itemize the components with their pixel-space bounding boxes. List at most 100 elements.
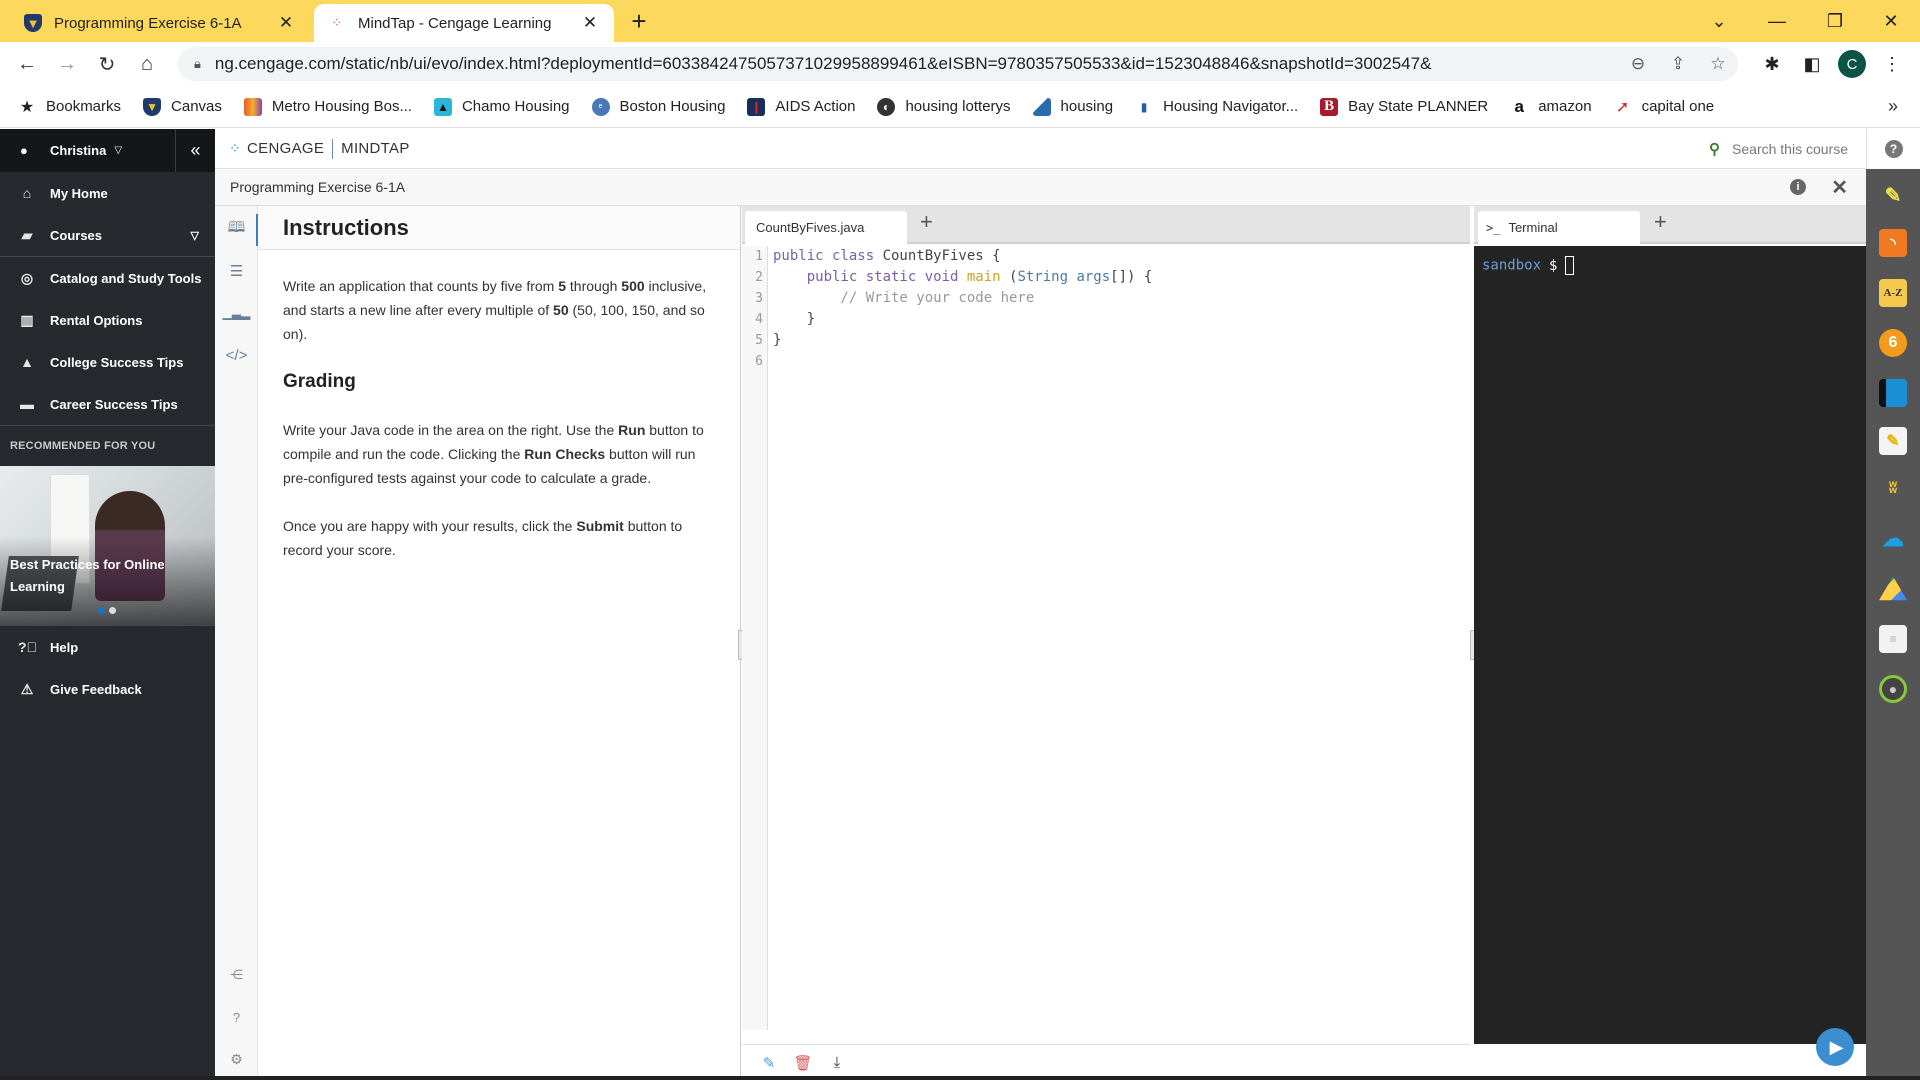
forward-icon[interactable]: → xyxy=(52,50,82,78)
restore-icon[interactable]: ❐ xyxy=(1806,0,1864,42)
recommended-heading: RECOMMENDED FOR YOU xyxy=(10,440,156,452)
google-drive-icon[interactable] xyxy=(1879,576,1907,601)
taskbar-edge xyxy=(0,1076,1920,1080)
file-tab-countbyfives[interactable]: CountByFives.java xyxy=(745,211,907,244)
sidebar-item-catalog[interactable]: ◎ Catalog and Study Tools xyxy=(0,257,215,299)
course-search[interactable]: ⚲ Search this course xyxy=(1709,140,1848,158)
play-icon: ▶ xyxy=(1829,1036,1844,1057)
flashcards-icon[interactable]: ≡ xyxy=(1879,625,1907,653)
bookmark-boston-housing[interactable]: e Boston Housing xyxy=(591,97,725,116)
bookmark-bay-state-planner[interactable]: B Bay State PLANNER xyxy=(1320,97,1488,116)
profile-avatar[interactable]: C xyxy=(1834,50,1870,78)
code-icon[interactable]: </> xyxy=(215,340,258,370)
share-icon[interactable]: ⇪ xyxy=(1658,54,1698,74)
edit-pencil-icon[interactable]: ✎ xyxy=(752,1054,786,1072)
code-area[interactable]: public class CountByFives { public stati… xyxy=(773,246,1152,372)
sidebar-item-career-success[interactable]: ▬ Career Success Tips xyxy=(0,383,215,425)
promo-card[interactable]: Best Practices for Online Learning xyxy=(0,466,215,625)
terminal-screen[interactable]: sandbox $ xyxy=(1474,246,1866,1044)
browser-tab-programming-exercise[interactable]: ▼ Programming Exercise 6-1A ✕ xyxy=(10,4,310,42)
run-button[interactable]: ▶ xyxy=(1816,1028,1854,1066)
ebook-icon[interactable] xyxy=(1879,379,1907,407)
tab-title: Programming Exercise 6-1A xyxy=(54,14,242,32)
browser-menu-icon[interactable]: ⋮ xyxy=(1874,50,1910,78)
delete-trash-icon[interactable]: 🗑︎ xyxy=(786,1054,820,1072)
bookmark-metro-housing[interactable]: Metro Housing Bos... xyxy=(243,97,412,116)
minimize-icon[interactable]: — xyxy=(1748,0,1806,42)
info-icon[interactable]: i xyxy=(1790,179,1806,195)
carousel-dot[interactable] xyxy=(109,607,116,614)
highlighter-icon[interactable]: ✎ xyxy=(1879,181,1907,209)
open-book-icon: ▥ xyxy=(20,311,34,328)
profile-circle-icon[interactable]: ● xyxy=(1879,675,1907,703)
close-tab-icon[interactable]: ✕ xyxy=(276,13,296,33)
notes-icon[interactable]: ✎ xyxy=(1879,427,1907,455)
reload-icon[interactable]: ↻ xyxy=(92,50,122,78)
elite-icon: e xyxy=(591,97,610,116)
rss-icon[interactable]: ◝ xyxy=(1879,229,1907,257)
add-file-button[interactable]: + xyxy=(920,209,933,235)
sidebar-item-my-home[interactable]: ⌂ My Home xyxy=(0,172,215,214)
sidebar-item-courses[interactable]: ▰ Courses ▽ xyxy=(0,214,215,256)
bookmark-bookmarks[interactable]: ★ Bookmarks xyxy=(18,98,121,116)
side-panel-icon[interactable]: ◧ xyxy=(1794,50,1830,78)
search-input[interactable]: Search this course xyxy=(1732,141,1848,157)
glossary-a-z-icon[interactable]: A-Z xyxy=(1879,279,1907,307)
carousel-dots[interactable] xyxy=(98,607,116,614)
user-menu[interactable]: ● Christina ▽ « xyxy=(0,129,215,172)
browser-tab-mindtap[interactable]: ⁘ MindTap - Cengage Learning ✕ xyxy=(314,4,614,42)
submit-paragraph: Once you are happy with your results, cl… xyxy=(283,518,683,558)
close-tab-icon[interactable]: ✕ xyxy=(580,13,600,33)
bookmark-chamo-housing[interactable]: ▲ Chamo Housing xyxy=(433,97,570,116)
progress-app-icon[interactable]: 6 xyxy=(1879,329,1907,357)
help-circle-icon[interactable]: ? xyxy=(215,1002,258,1032)
close-window-icon[interactable]: ✕ xyxy=(1862,0,1920,42)
home-icon[interactable]: ⌂ xyxy=(132,50,162,78)
search-icon: ⚲ xyxy=(1709,140,1721,158)
editor-toolbar: ✎ 🗑︎ ⤓ xyxy=(742,1044,1470,1080)
bookmark-housing-lotterys[interactable]: ◐ housing lotterys xyxy=(877,97,1011,116)
terminal-panel: >_ Terminal + sandbox $ xyxy=(1474,206,1866,1080)
checklist-icon[interactable]: ☰ xyxy=(215,256,258,286)
bookmarks-overflow-icon[interactable]: » xyxy=(1888,96,1898,117)
help-button[interactable]: ? xyxy=(1866,129,1920,169)
bookmark-amazon[interactable]: a amazon xyxy=(1510,97,1591,116)
extensions-icon[interactable]: ✱ xyxy=(1754,50,1790,78)
share-icon[interactable]: ⋲ xyxy=(215,960,258,990)
bookmark-capital-one[interactable]: ➚ capital one xyxy=(1614,98,1714,116)
zoom-out-icon[interactable]: ⊖ xyxy=(1618,54,1658,74)
bookmark-canvas[interactable]: ▼ Canvas xyxy=(143,97,222,116)
carousel-dot-active[interactable] xyxy=(98,607,105,614)
close-exercise-icon[interactable]: ✕ xyxy=(1831,175,1848,200)
sidebar-item-give-feedback[interactable]: ⚠︎ Give Feedback xyxy=(0,668,215,710)
url-text[interactable]: ng.cengage.com/static/nb/ui/evo/index.ht… xyxy=(215,54,1618,74)
back-icon[interactable]: ← xyxy=(12,50,42,78)
bookmark-housing[interactable]: housing xyxy=(1032,97,1113,116)
terminal-tab[interactable]: >_ Terminal xyxy=(1478,211,1640,244)
bookmark-aids-action[interactable]: ❙ AIDS Action xyxy=(747,97,855,116)
address-bar[interactable]: 🔒︎ ng.cengage.com/static/nb/ui/evo/index… xyxy=(178,47,1738,81)
instructions-book-icon[interactable]: 🕮︎ xyxy=(215,214,259,246)
sidebar-item-college-success[interactable]: ▲ College Success Tips xyxy=(0,341,215,383)
tab-search-icon[interactable]: ⌄ xyxy=(1690,0,1748,42)
briefcase-icon: ▬ xyxy=(20,396,34,412)
sidebar: ● Christina ▽ « ⌂ My Home ▰ Courses ▽ ◎ … xyxy=(0,129,215,1080)
add-terminal-button[interactable]: + xyxy=(1654,209,1667,235)
new-tab-button[interactable]: + xyxy=(624,6,654,37)
read-speaker-icon[interactable]: ʬ xyxy=(1879,475,1907,503)
collapse-sidebar-button[interactable]: « xyxy=(175,129,215,172)
globe-icon: ◐ xyxy=(877,97,896,116)
bookmark-star-icon[interactable]: ☆ xyxy=(1698,54,1738,74)
chevron-down-icon: ▽ xyxy=(114,145,123,156)
settings-gear-icon[interactable]: ⚙ xyxy=(215,1044,258,1074)
sidebar-item-help[interactable]: ?⃝ Help xyxy=(0,626,215,668)
download-icon[interactable]: ⤓ xyxy=(820,1054,854,1071)
sidebar-item-rental-options[interactable]: ▥ Rental Options xyxy=(0,299,215,341)
user-name: Christina xyxy=(50,143,107,158)
exercise-title: Programming Exercise 6-1A xyxy=(230,179,406,195)
bookmark-housing-navigator[interactable]: ▮ Housing Navigator... xyxy=(1135,98,1298,116)
cengage-mindtap-logo[interactable]: ⁘ CENGAGE MINDTAP xyxy=(229,138,410,159)
onedrive-icon[interactable]: ☁ xyxy=(1879,525,1907,553)
grades-chart-icon[interactable]: ▁▃▂ xyxy=(215,298,258,328)
